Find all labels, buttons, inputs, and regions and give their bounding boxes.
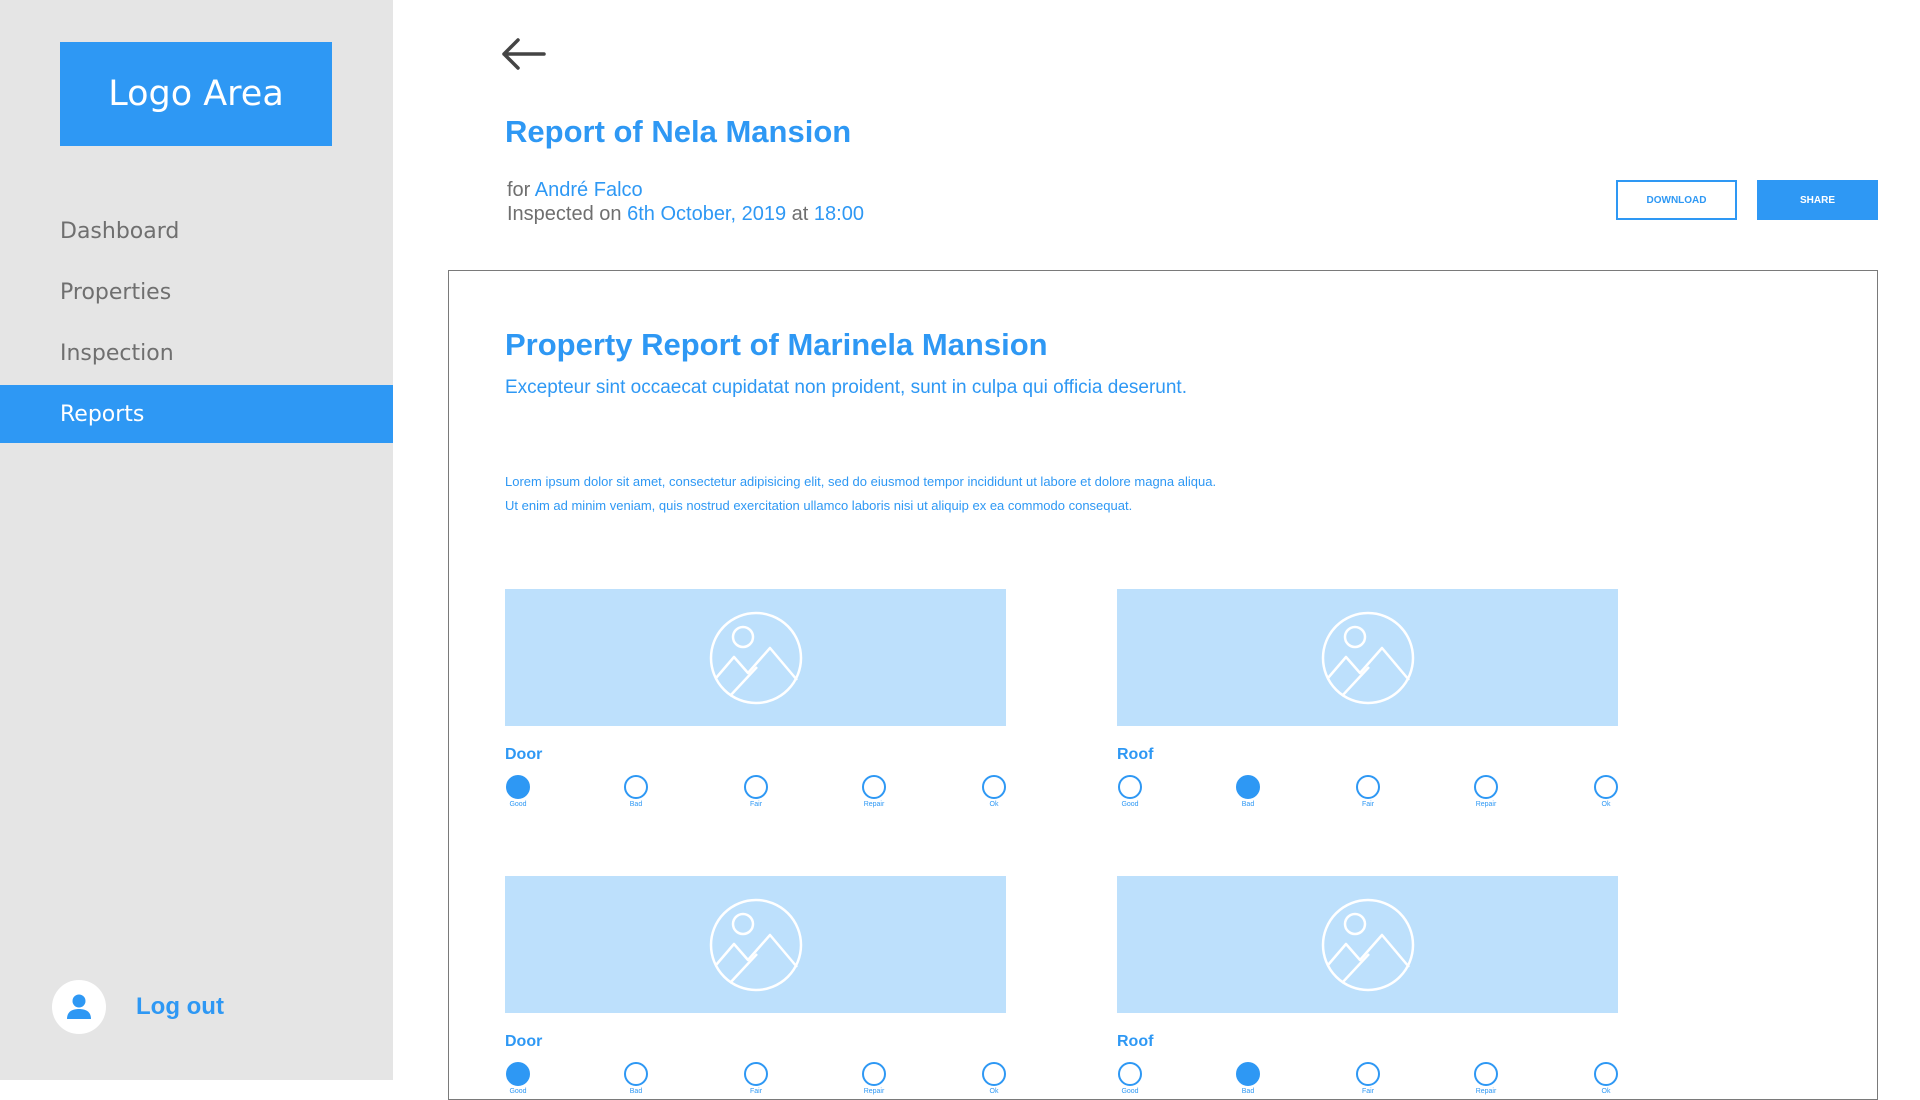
rating-radio[interactable]: Ok bbox=[969, 1062, 1019, 1095]
at-word: at bbox=[791, 203, 809, 225]
back-arrow-icon[interactable] bbox=[500, 36, 546, 72]
inspected-prefix: Inspected on bbox=[507, 203, 622, 225]
logout-button[interactable]: Log out bbox=[52, 980, 224, 1034]
inspection-item: Door Good Bad Fair Repair Ok bbox=[505, 876, 1006, 1099]
inspection-item: Roof Good Bad Fair Repair Ok bbox=[1117, 589, 1618, 825]
recipient-name[interactable]: André Falco bbox=[535, 179, 643, 201]
rating-radio[interactable]: Good bbox=[1105, 775, 1155, 808]
download-button[interactable]: DOWNLOAD bbox=[1616, 180, 1737, 220]
rating-label: Fair bbox=[1361, 1088, 1375, 1095]
rating-radio[interactable]: Repair bbox=[849, 1062, 899, 1095]
rating-label: Good bbox=[509, 801, 527, 808]
page-title: Report of Nela Mansion bbox=[505, 114, 852, 149]
rating-radio[interactable]: Bad bbox=[1223, 1062, 1273, 1095]
rating-radio[interactable]: Fair bbox=[1343, 775, 1393, 808]
rating-group: Good Bad Fair Repair Ok bbox=[505, 1062, 1006, 1099]
rating-label: Fair bbox=[749, 1088, 763, 1095]
image-placeholder-icon bbox=[505, 589, 1006, 726]
rating-group: Good Bad Fair Repair Ok bbox=[1117, 1062, 1618, 1099]
rating-radio[interactable]: Bad bbox=[611, 775, 661, 808]
rating-label: Repair bbox=[863, 1088, 885, 1095]
sidebar: Logo Area Dashboard Properties Inspectio… bbox=[0, 0, 393, 1080]
rating-label: Fair bbox=[1361, 801, 1375, 808]
inspection-item: Door Good Bad Fair Repair Ok bbox=[505, 589, 1006, 825]
rating-label: Ok bbox=[1601, 1088, 1611, 1095]
report-body: Lorem ipsum dolor sit amet, consectetur … bbox=[505, 474, 1217, 513]
rating-radio[interactable]: Bad bbox=[1223, 775, 1273, 808]
rating-label: Ok bbox=[989, 801, 999, 808]
sidebar-item-properties[interactable]: Properties bbox=[0, 263, 393, 321]
share-button[interactable]: SHARE bbox=[1757, 180, 1878, 220]
image-placeholder-icon bbox=[1117, 589, 1618, 726]
inspection-time: 18:00 bbox=[813, 203, 864, 225]
item-label: Door bbox=[505, 1033, 543, 1050]
rating-label: Repair bbox=[863, 801, 885, 808]
rating-label: Bad bbox=[629, 1088, 643, 1095]
rating-label: Repair bbox=[1475, 1088, 1497, 1095]
rating-radio[interactable]: Ok bbox=[1581, 775, 1631, 808]
rating-label: Ok bbox=[989, 1088, 999, 1095]
rating-radio[interactable]: Bad bbox=[611, 1062, 661, 1095]
item-label: Roof bbox=[1117, 746, 1154, 763]
rating-radio[interactable]: Fair bbox=[731, 1062, 781, 1095]
inspection-date: 6th October, 2019 bbox=[627, 203, 787, 225]
rating-radio[interactable]: Fair bbox=[731, 775, 781, 808]
rating-label: Repair bbox=[1475, 801, 1497, 808]
sidebar-item-reports[interactable]: Reports bbox=[0, 385, 393, 443]
rating-label: Fair bbox=[749, 801, 763, 808]
rating-label: Bad bbox=[1241, 801, 1255, 808]
rating-radio[interactable]: Repair bbox=[1461, 1062, 1511, 1095]
rating-label: Good bbox=[509, 1088, 527, 1095]
item-label: Roof bbox=[1117, 1033, 1154, 1050]
rating-radio[interactable]: Ok bbox=[969, 775, 1019, 808]
sidebar-nav: Dashboard Properties Inspection Reports bbox=[0, 202, 393, 446]
image-placeholder-icon bbox=[1117, 876, 1618, 1013]
for-prefix: for bbox=[507, 179, 531, 201]
inspection-item: Roof Good Bad Fair Repair Ok bbox=[1117, 876, 1618, 1099]
user-icon bbox=[52, 980, 106, 1034]
report-subtitle: Excepteur sint occaecat cupidatat non pr… bbox=[505, 377, 1187, 398]
logout-label: Log out bbox=[136, 993, 224, 1020]
report-card: Property Report of Marinela Mansion Exce… bbox=[448, 270, 1878, 1100]
report-meta: for André Falco Inspected on 6th October… bbox=[507, 178, 864, 226]
rating-group: Good Bad Fair Repair Ok bbox=[1117, 775, 1618, 825]
rating-radio[interactable]: Good bbox=[493, 1062, 543, 1095]
rating-group: Good Bad Fair Repair Ok bbox=[505, 775, 1006, 825]
rating-radio[interactable]: Good bbox=[1105, 1062, 1155, 1095]
rating-radio[interactable]: Fair bbox=[1343, 1062, 1393, 1095]
report-title: Property Report of Marinela Mansion bbox=[505, 327, 1048, 362]
item-label: Door bbox=[505, 746, 543, 763]
rating-radio[interactable]: Repair bbox=[849, 775, 899, 808]
rating-label: Good bbox=[1121, 801, 1139, 808]
rating-label: Bad bbox=[1241, 1088, 1255, 1095]
rating-label: Ok bbox=[1601, 801, 1611, 808]
rating-radio[interactable]: Good bbox=[493, 775, 543, 808]
rating-label: Good bbox=[1121, 1088, 1139, 1095]
logo[interactable]: Logo Area bbox=[60, 42, 332, 146]
rating-label: Bad bbox=[629, 801, 643, 808]
rating-radio[interactable]: Repair bbox=[1461, 775, 1511, 808]
report-recipient: for André Falco bbox=[507, 178, 864, 202]
sidebar-item-dashboard[interactable]: Dashboard bbox=[0, 202, 393, 260]
image-placeholder-icon bbox=[505, 876, 1006, 1013]
sidebar-item-inspection[interactable]: Inspection bbox=[0, 324, 393, 382]
inspection-datetime: Inspected on 6th October, 2019 at 18:00 bbox=[507, 202, 864, 226]
rating-radio[interactable]: Ok bbox=[1581, 1062, 1631, 1095]
